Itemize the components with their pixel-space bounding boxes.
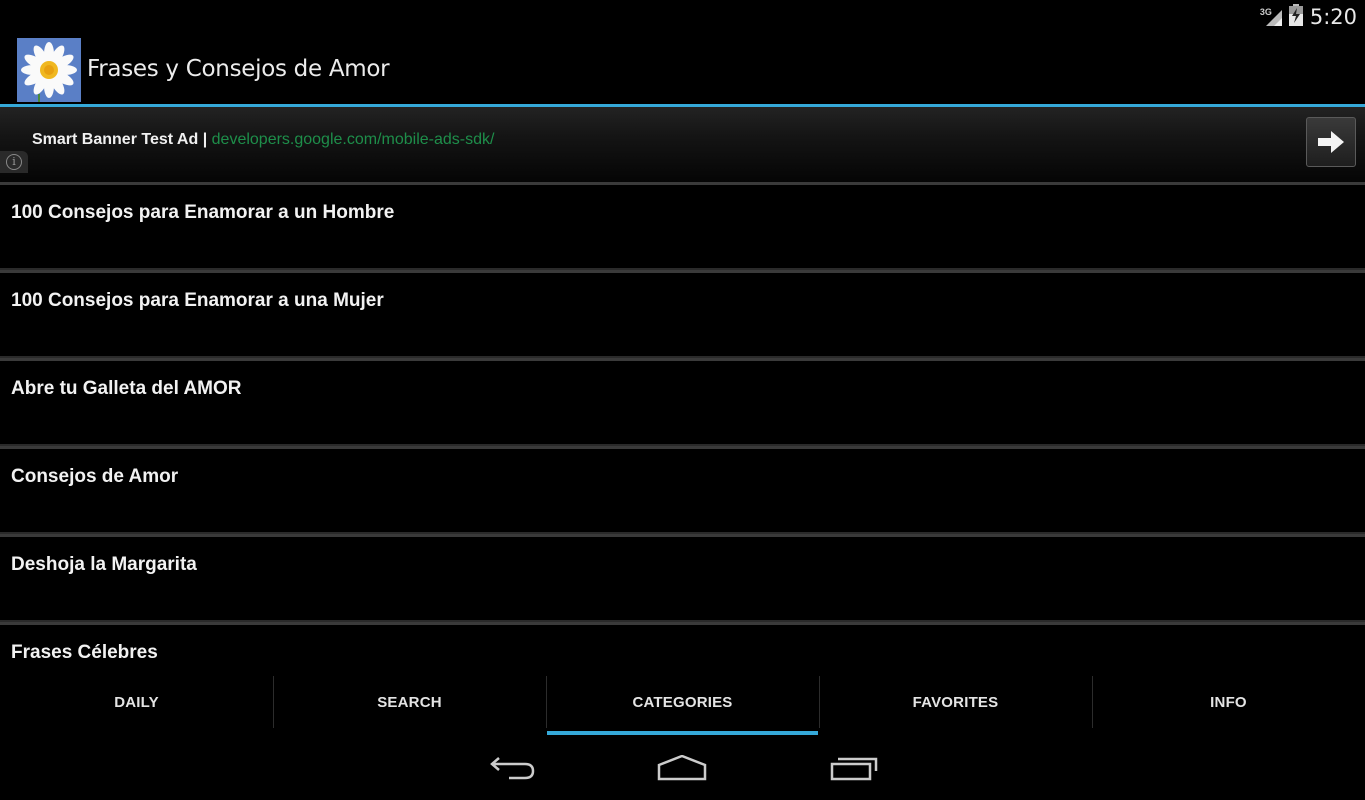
clock: 5:20 — [1309, 5, 1357, 29]
ad-banner[interactable]: Smart Banner Test Ad | developers.google… — [0, 107, 1365, 182]
list-item-label: 100 Consejos para Enamorar a una Mujer — [11, 290, 384, 311]
tab-active-indicator — [547, 731, 818, 735]
list-item-label: Frases Célebres — [11, 642, 158, 663]
tab-label: CATEGORIES — [632, 694, 733, 711]
ad-info-button[interactable]: i — [0, 151, 28, 173]
tab-info[interactable]: INFO — [1092, 670, 1365, 736]
action-bar: Frases y Consejos de Amor — [0, 34, 1365, 105]
battery-icon — [1288, 3, 1304, 31]
list-item[interactable]: Deshoja la Margarita — [0, 534, 1365, 622]
category-list: 100 Consejos para Enamorar a un Hombre 1… — [0, 182, 1365, 670]
ad-separator: | — [198, 131, 212, 148]
app-title: Frases y Consejos de Amor — [87, 56, 390, 82]
list-item[interactable]: Frases Célebres — [0, 622, 1365, 670]
tab-categories[interactable]: CATEGORIES — [546, 670, 819, 736]
tab-daily[interactable]: DAILY — [0, 670, 273, 736]
status-bar: 3G 5:20 — [0, 0, 1365, 34]
tab-label: FAVORITES — [912, 694, 999, 711]
app-logo-daisy-icon[interactable] — [17, 38, 81, 102]
tab-bar: DAILY SEARCH CATEGORIES FAVORITES INFO — [0, 670, 1365, 736]
tab-label: DAILY — [114, 694, 159, 711]
status-icons: 3G 5:20 — [1260, 3, 1357, 31]
recents-icon — [830, 757, 878, 781]
ad-action-button[interactable] — [1306, 117, 1356, 167]
ad-url[interactable]: developers.google.com/mobile-ads-sdk/ — [212, 131, 495, 148]
back-icon — [490, 757, 535, 780]
list-item[interactable]: 100 Consejos para Enamorar a una Mujer — [0, 270, 1365, 358]
back-button[interactable] — [482, 748, 542, 788]
home-icon — [657, 755, 707, 781]
info-icon: i — [6, 154, 22, 170]
tab-label: INFO — [1210, 694, 1247, 711]
list-item-label: Consejos de Amor — [11, 466, 179, 487]
tab-search[interactable]: SEARCH — [273, 670, 546, 736]
home-button[interactable] — [652, 748, 712, 788]
tab-favorites[interactable]: FAVORITES — [819, 670, 1092, 736]
ad-title: Smart Banner Test Ad — [32, 131, 199, 148]
navigation-bar — [0, 736, 1365, 800]
recents-button[interactable] — [824, 748, 884, 788]
list-item[interactable]: 100 Consejos para Enamorar a un Hombre — [0, 182, 1365, 270]
list-item[interactable]: Consejos de Amor — [0, 446, 1365, 534]
list-item-label: Deshoja la Margarita — [11, 554, 197, 575]
list-item[interactable]: Abre tu Galleta del AMOR — [0, 358, 1365, 446]
arrow-right-icon — [1318, 131, 1344, 153]
list-item-label: 100 Consejos para Enamorar a un Hombre — [11, 202, 395, 223]
signal-icon: 3G — [1260, 6, 1282, 28]
list-item-label: Abre tu Galleta del AMOR — [11, 378, 242, 399]
ad-text[interactable]: Smart Banner Test Ad | developers.google… — [32, 131, 494, 149]
tab-label: SEARCH — [377, 694, 442, 711]
